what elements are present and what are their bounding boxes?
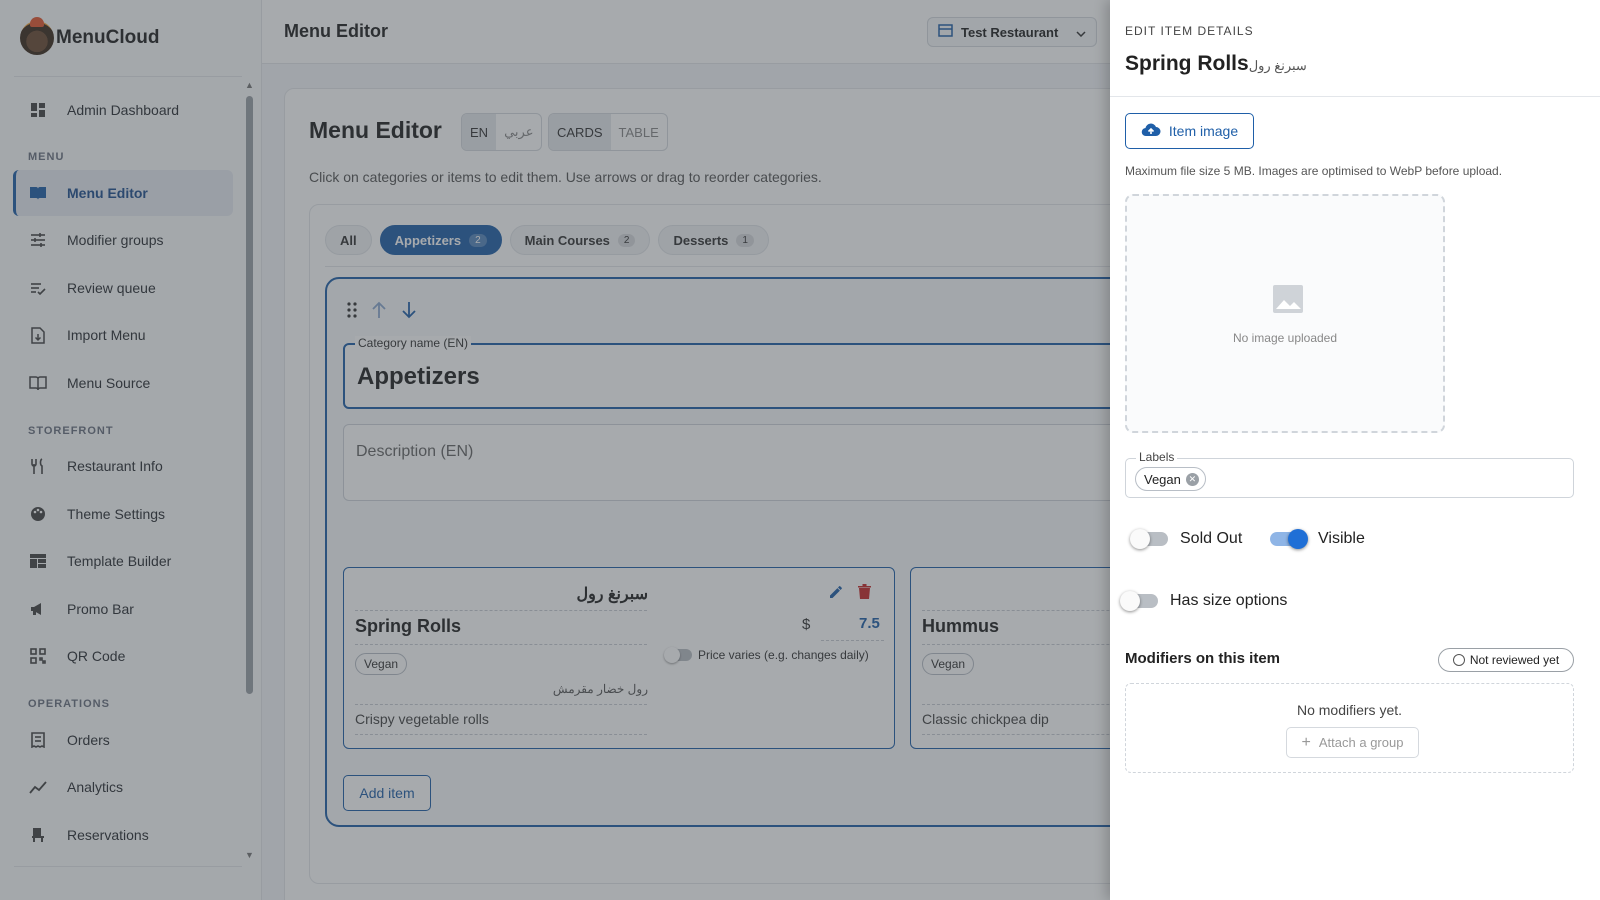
toggle-label: Sold Out bbox=[1180, 530, 1243, 547]
divider bbox=[1110, 96, 1600, 97]
no-image-text: No image uploaded bbox=[1232, 331, 1338, 345]
labels-field[interactable]: Labels Vegan ✕ bbox=[1125, 450, 1574, 498]
drawer-eyebrow: EDIT ITEM DETAILS bbox=[1125, 24, 1254, 38]
toggle-switch[interactable] bbox=[1120, 591, 1158, 611]
review-status-badge[interactable]: Not reviewed yet bbox=[1438, 648, 1574, 672]
drawer-title: Spring Rolls سبرنغ رول bbox=[1125, 52, 1307, 76]
drawer-title-en: Spring Rolls bbox=[1125, 52, 1249, 75]
review-status-label: Not reviewed yet bbox=[1469, 653, 1560, 667]
attach-group-label: Attach a group bbox=[1318, 735, 1404, 750]
chip-label: Vegan bbox=[1144, 471, 1181, 487]
toggle-label: Has size options bbox=[1170, 592, 1288, 609]
edit-item-drawer: EDIT ITEM DETAILS Spring Rolls سبرنغ رول… bbox=[1110, 0, 1600, 900]
cloud-upload-icon bbox=[1141, 123, 1161, 140]
no-modifiers-text: No modifiers yet. bbox=[1296, 702, 1403, 718]
plus-icon: + bbox=[1301, 733, 1311, 751]
drawer-title-ar: سبرنغ رول bbox=[1248, 58, 1307, 73]
toggle-switch[interactable] bbox=[1130, 529, 1168, 549]
attach-group-button[interactable]: + Attach a group bbox=[1286, 727, 1419, 758]
toggle-switch[interactable] bbox=[1270, 529, 1308, 549]
image-dropzone[interactable]: No image uploaded bbox=[1125, 194, 1445, 433]
label-chip: Vegan ✕ bbox=[1135, 467, 1206, 491]
visible-toggle[interactable]: Visible bbox=[1270, 529, 1365, 549]
modal-backdrop[interactable] bbox=[0, 0, 1110, 900]
size-options-toggle[interactable]: Has size options bbox=[1120, 591, 1288, 611]
field-label: Labels bbox=[1136, 450, 1178, 464]
image-hint: Maximum file size 5 MB. Images are optim… bbox=[1125, 164, 1503, 178]
item-image-button[interactable]: Item image bbox=[1125, 113, 1254, 149]
toggle-label: Visible bbox=[1318, 530, 1365, 547]
chip-remove-icon[interactable]: ✕ bbox=[1185, 472, 1199, 486]
image-placeholder-icon bbox=[1272, 284, 1304, 314]
sold-out-toggle[interactable]: Sold Out bbox=[1130, 529, 1243, 549]
circle-icon bbox=[1452, 654, 1465, 666]
modifiers-box: No modifiers yet. + Attach a group bbox=[1125, 683, 1574, 773]
modifiers-title: Modifiers on this item bbox=[1125, 650, 1281, 667]
item-image-label: Item image bbox=[1168, 123, 1239, 139]
